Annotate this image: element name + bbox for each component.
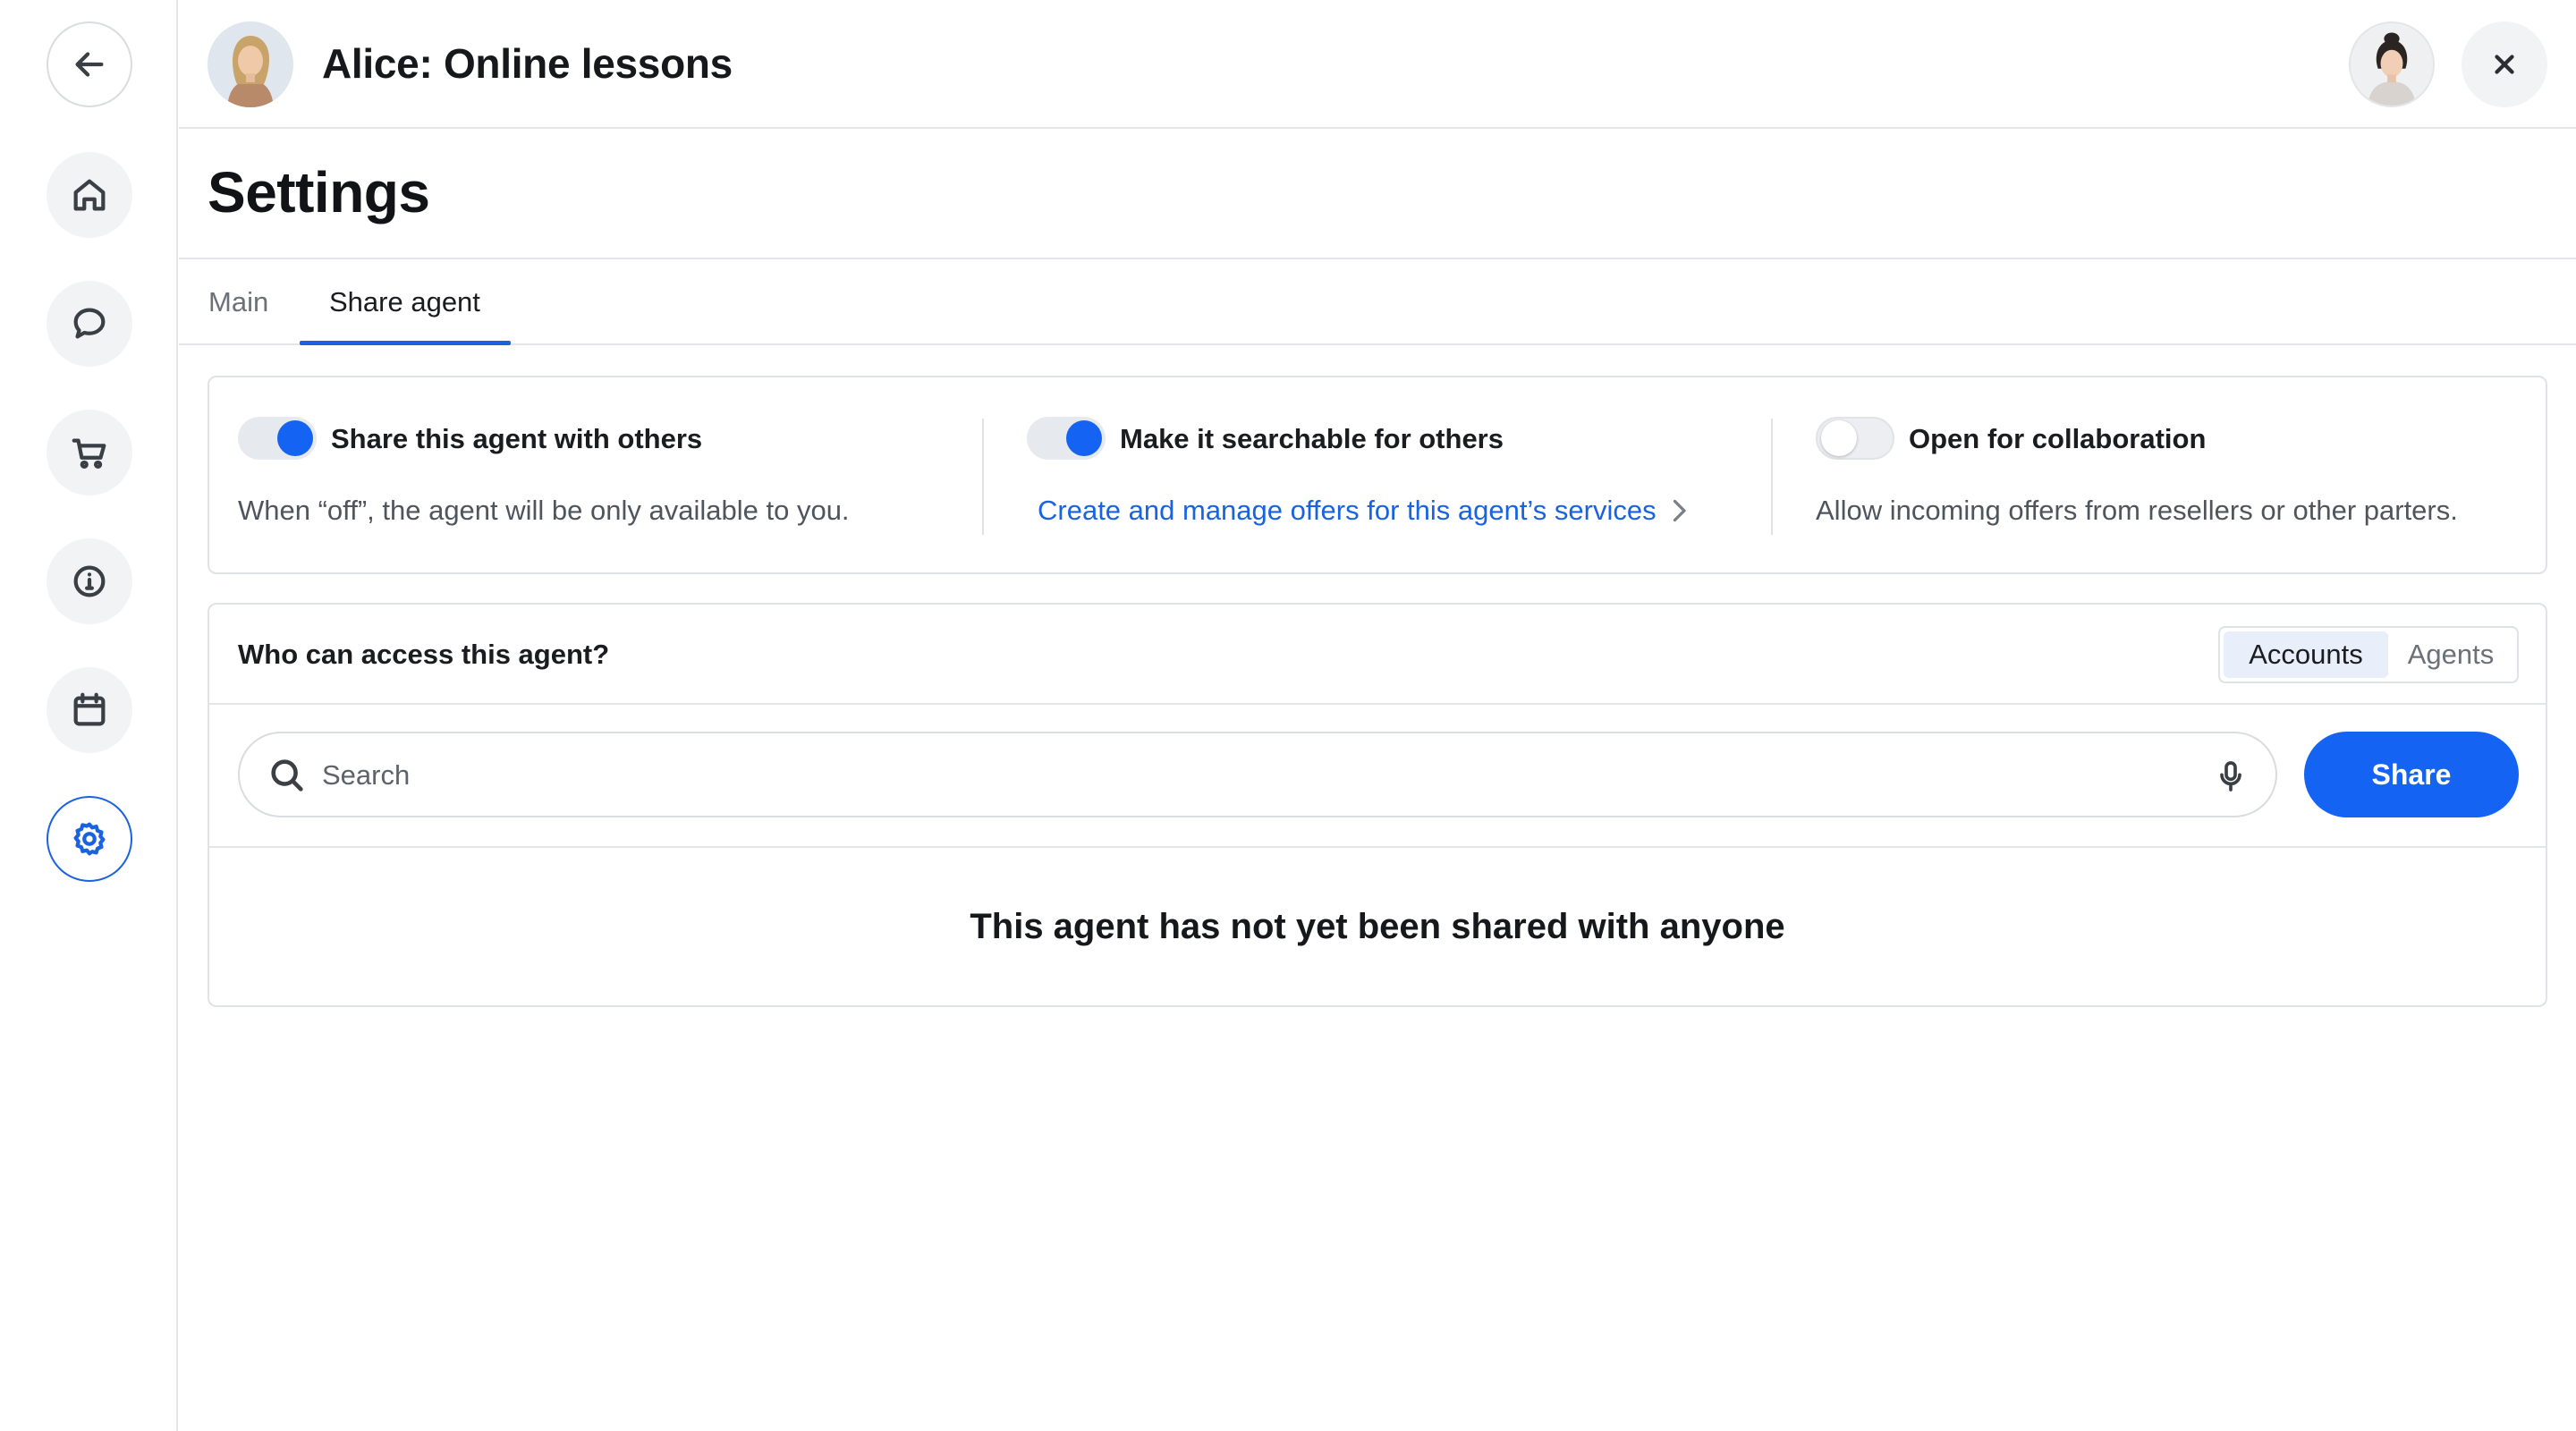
chat-icon [73, 308, 106, 339]
nav-settings-button[interactable] [47, 796, 132, 882]
search-row: Share [209, 705, 2546, 848]
access-type-segmented-control: Accounts Agents [2218, 626, 2519, 683]
collaboration-label: Open for collaboration [1909, 423, 2207, 454]
page-title: Settings [208, 160, 430, 224]
toggle-knob [1821, 420, 1857, 456]
share-with-others-toggle[interactable] [238, 417, 317, 460]
active-tab-indicator [300, 341, 511, 345]
manage-offers-link[interactable]: Create and manage offers for this agent’… [1038, 495, 1689, 527]
access-header: Who can access this agent? Accounts Agen… [209, 605, 2546, 705]
nav-calendar-button[interactable] [47, 667, 132, 753]
nav-cart-button[interactable] [47, 410, 132, 495]
close-icon [2495, 55, 2514, 74]
divider [982, 419, 984, 535]
searchable-toggle[interactable] [1027, 417, 1106, 460]
toggle-knob [1066, 420, 1102, 456]
searchable-label: Make it searchable for others [1120, 423, 1504, 454]
tab-share-agent[interactable]: Share agent [329, 286, 480, 318]
nav-chat-button[interactable] [47, 281, 132, 367]
empty-state-message: This agent has not yet been shared with … [970, 907, 1785, 946]
agent-avatar-image [208, 21, 293, 107]
toggle-knob [277, 420, 313, 456]
settings-tabs: Main Share agent [179, 259, 2576, 345]
collaboration-toggle[interactable] [1816, 417, 1894, 460]
divider [1771, 419, 1773, 535]
chevron-right-icon [1673, 499, 1686, 522]
microphone-icon[interactable] [2213, 757, 2249, 796]
agent-title: Alice: Online lessons [322, 40, 733, 87]
nav-home-button[interactable] [47, 152, 132, 238]
gear-icon [73, 822, 106, 856]
access-card: Who can access this agent? Accounts Agen… [208, 603, 2547, 1007]
back-button[interactable] [47, 21, 132, 107]
search-input[interactable] [322, 753, 2165, 798]
home-icon [73, 179, 106, 211]
search-box [238, 732, 2277, 817]
collaboration-description: Allow incoming offers from resellers or … [1816, 495, 2458, 526]
share-with-others-label: Share this agent with others [331, 423, 703, 454]
share-option-collaboration: Open for collaboration Allow incoming of… [1789, 377, 2549, 576]
segment-agents[interactable]: Agents [2388, 631, 2513, 678]
nav-info-button[interactable] [47, 538, 132, 624]
info-icon [73, 565, 106, 597]
agent-header: Alice: Online lessons [179, 0, 2576, 129]
share-button[interactable]: Share [2304, 732, 2519, 817]
manage-offers-link-text: Create and manage offers for this agent’… [1038, 495, 1657, 526]
page-title-bar: Settings [179, 129, 2576, 259]
share-option-share: Share this agent with others When “off”,… [209, 377, 987, 576]
arrow-left-icon [75, 52, 104, 77]
user-avatar-image [2351, 23, 2433, 106]
cart-icon [72, 438, 106, 470]
close-button[interactable] [2462, 21, 2547, 107]
access-title: Who can access this agent? [238, 639, 610, 670]
share-options-card: Share this agent with others When “off”,… [208, 376, 2547, 574]
segment-accounts[interactable]: Accounts [2224, 631, 2388, 678]
user-avatar[interactable] [2349, 21, 2435, 107]
left-rail [0, 0, 178, 1431]
agent-avatar[interactable] [208, 21, 293, 107]
share-with-others-description: When “off”, the agent will be only avail… [238, 495, 850, 526]
tab-main[interactable]: Main [208, 286, 268, 318]
calendar-icon [73, 692, 106, 726]
search-icon [267, 755, 308, 796]
share-option-searchable: Make it searchable for others Create and… [1000, 377, 1778, 576]
